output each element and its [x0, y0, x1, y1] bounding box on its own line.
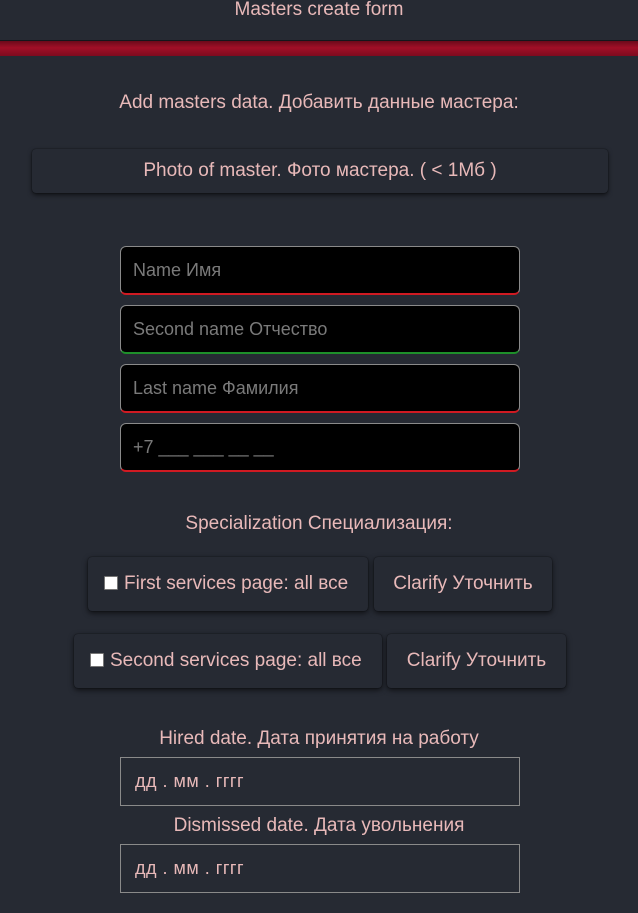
second-services-page-option[interactable]: Second services page: all все	[74, 634, 382, 688]
first-services-clarify-button[interactable]: Clarify Уточнить	[374, 557, 552, 611]
intro-text: Add masters data. Добавить данные мастер…	[119, 92, 519, 113]
first-services-clarify-label: Clarify Уточнить	[393, 573, 533, 594]
dismissed-date-label: Dismissed date. Дата увольнения	[173, 815, 465, 836]
second-services-clarify-label: Clarify Уточнить	[406, 650, 547, 671]
second-services-clarify-button[interactable]: Clarify Уточнить	[387, 634, 566, 688]
photo-upload-button[interactable]: Photo of master. Фото мастера. ( < 1Мб )	[32, 149, 608, 193]
first-name-input[interactable]	[120, 246, 520, 295]
first-services-page-option[interactable]: First services page: all все	[88, 557, 368, 611]
page-title: Masters create form	[234, 0, 404, 20]
first-services-checkbox[interactable]	[104, 576, 118, 590]
app-header: Masters create form	[0, 0, 638, 41]
second-services-checkbox[interactable]	[90, 653, 104, 667]
second-name-input[interactable]	[120, 305, 520, 354]
last-name-input[interactable]	[120, 364, 520, 413]
hired-date-value: дд . мм . гггг	[135, 771, 245, 791]
dismissed-date-input[interactable]: дд . мм . гггг	[120, 844, 520, 893]
first-services-label: First services page: all все	[124, 573, 349, 594]
accent-bar	[0, 41, 638, 56]
hired-date-label: Hired date. Дата принятия на работу	[159, 728, 479, 749]
second-services-label: Second services page: all все	[110, 650, 362, 671]
hired-date-input[interactable]: дд . мм . гггг	[120, 757, 520, 806]
phone-input[interactable]	[120, 423, 520, 472]
dismissed-date-value: дд . мм . гггг	[135, 858, 245, 878]
specialization-label: Specialization Специализация:	[185, 513, 453, 534]
